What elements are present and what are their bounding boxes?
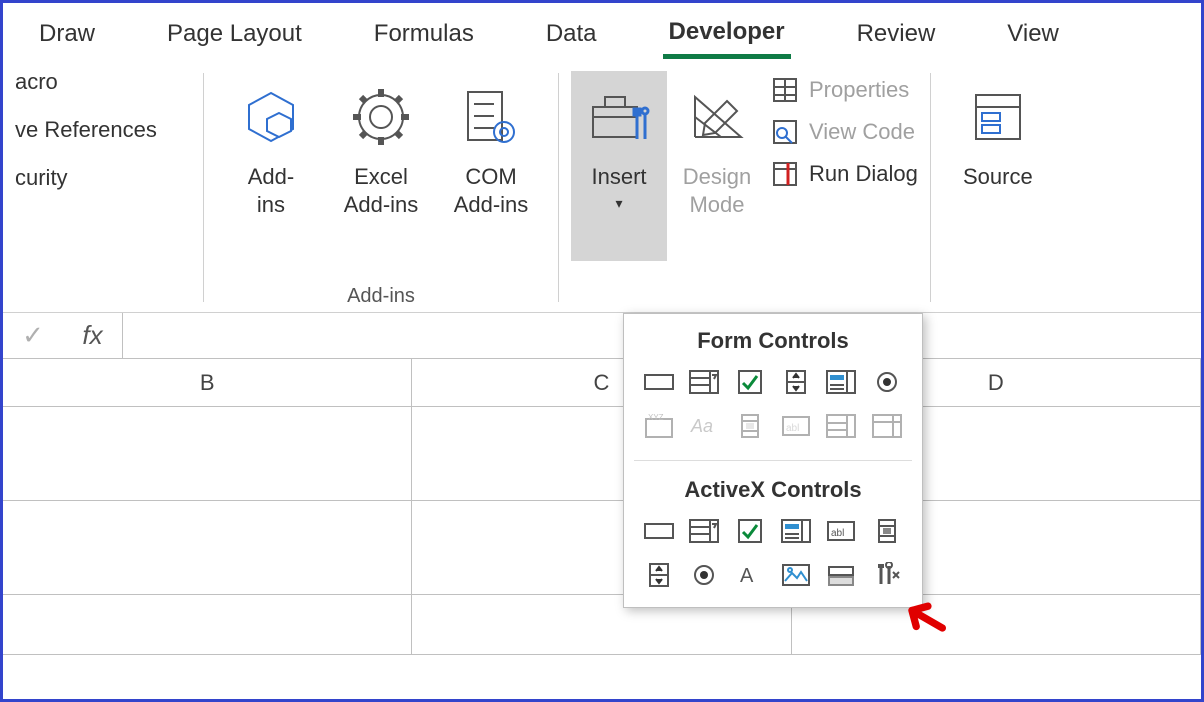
view-code-label: View Code	[809, 119, 915, 145]
groupbox-icon[interactable]: XYZ	[640, 408, 678, 444]
button-icon[interactable]	[640, 364, 678, 400]
design-mode-label: Design Mode	[683, 163, 751, 218]
controls-group: Insert ▾ Design Mode Properties	[559, 63, 930, 312]
run-dialog-label: Run Dialog	[809, 161, 918, 187]
com-addins-label: COM Add-ins	[454, 163, 529, 218]
excel-addins-label: Excel Add-ins	[344, 163, 419, 218]
use-relative-references-button[interactable]: ve References	[15, 117, 191, 143]
cell[interactable]	[3, 595, 412, 654]
record-macro-button[interactable]: acro	[15, 69, 191, 95]
cell[interactable]	[3, 407, 412, 500]
addins-icon	[241, 79, 301, 155]
label-icon[interactable]: Aa	[686, 408, 724, 444]
excel-addins-button[interactable]: Excel Add-ins	[326, 71, 436, 261]
source-label: Source	[963, 163, 1033, 191]
controls-mini-list: Properties View Code Run Dialog	[767, 71, 918, 282]
toolbox-icon	[587, 79, 651, 155]
design-mode-icon	[687, 79, 747, 155]
ax-commandbutton-icon[interactable]	[640, 513, 678, 549]
tab-page-layout[interactable]: Page Layout	[161, 10, 308, 56]
form-controls-heading: Form Controls	[624, 318, 922, 362]
tab-draw[interactable]: Draw	[33, 10, 101, 56]
code-group: acro ve References curity	[3, 63, 203, 312]
cell[interactable]	[3, 501, 412, 594]
ax-scrollbar-icon[interactable]	[868, 513, 906, 549]
ax-image-icon[interactable]	[777, 557, 815, 593]
svg-text:abl: abl	[786, 423, 799, 434]
spin-icon[interactable]	[777, 364, 815, 400]
ribbon: acro ve References curity Add- ins Excel…	[3, 63, 1201, 313]
ax-label-icon[interactable]: A	[731, 557, 769, 593]
form-controls-grid: XYZ Aa abl	[624, 362, 922, 454]
activex-controls-grid: abl A	[624, 511, 922, 603]
checkbox-icon[interactable]	[731, 364, 769, 400]
design-mode-button[interactable]: Design Mode	[667, 71, 767, 261]
textfield-icon[interactable]: abl	[777, 408, 815, 444]
xml-group: Source	[931, 63, 1065, 312]
ax-listbox-icon[interactable]	[777, 513, 815, 549]
ax-more-controls-icon[interactable]	[868, 557, 906, 593]
svg-text:XYZ: XYZ	[648, 413, 664, 422]
run-dialog-button[interactable]: Run Dialog	[767, 161, 918, 187]
dropdown-separator	[634, 460, 912, 461]
com-addins-button[interactable]: COM Add-ins	[436, 71, 546, 261]
view-code-icon	[767, 119, 803, 145]
insert-controls-button[interactable]: Insert ▾	[571, 71, 667, 261]
formula-bar: ✓ fx	[3, 313, 1201, 359]
tab-developer[interactable]: Developer	[663, 8, 791, 59]
svg-text:A: A	[740, 565, 754, 587]
source-icon	[970, 79, 1026, 155]
run-dialog-icon	[767, 161, 803, 187]
tab-formulas[interactable]: Formulas	[368, 10, 480, 56]
svg-text:abl: abl	[831, 528, 844, 539]
insert-label: Insert	[591, 163, 646, 191]
combobox-icon[interactable]	[686, 364, 724, 400]
view-code-button[interactable]: View Code	[767, 119, 918, 145]
app-frame: Draw Page Layout Formulas Data Developer…	[0, 0, 1204, 702]
properties-label: Properties	[809, 77, 909, 103]
macro-security-button[interactable]: curity	[15, 165, 191, 191]
addins-button[interactable]: Add- ins	[216, 71, 326, 261]
activex-controls-heading: ActiveX Controls	[624, 467, 922, 511]
svg-text:Aa: Aa	[690, 416, 713, 436]
option-icon[interactable]	[868, 364, 906, 400]
gear-icon	[350, 79, 412, 155]
properties-button[interactable]: Properties	[767, 77, 918, 103]
chevron-down-icon: ▾	[615, 195, 622, 212]
column-header-b[interactable]: B	[3, 359, 412, 406]
tab-data[interactable]: Data	[540, 10, 603, 56]
ax-combobox-icon[interactable]	[686, 513, 724, 549]
cancel-icon[interactable]: ✓	[3, 320, 63, 351]
tab-review[interactable]: Review	[851, 10, 942, 56]
properties-icon	[767, 77, 803, 103]
addins-group-label: Add-ins	[204, 285, 558, 308]
listbox-icon[interactable]	[823, 364, 861, 400]
com-addins-icon	[460, 79, 522, 155]
fx-button[interactable]: fx	[63, 313, 123, 358]
addins-label: Add- ins	[248, 163, 294, 218]
addins-group: Add- ins Excel Add-ins COM Add-ins Add-i…	[204, 63, 558, 312]
ax-toggle-icon[interactable]	[823, 557, 861, 593]
scrollbar-icon[interactable]	[731, 408, 769, 444]
tab-view[interactable]: View	[1001, 10, 1065, 56]
combo-drop-icon[interactable]	[868, 408, 906, 444]
column-headers: B C D	[3, 359, 1201, 407]
worksheet-grid[interactable]	[3, 407, 1201, 655]
ax-textbox-icon[interactable]: abl	[823, 513, 861, 549]
ax-checkbox-icon[interactable]	[731, 513, 769, 549]
ax-option-icon[interactable]	[686, 557, 724, 593]
combo-list-icon[interactable]	[823, 408, 861, 444]
insert-controls-dropdown: Form Controls XYZAaabl ActiveX Controls …	[623, 313, 923, 608]
ax-spin-icon[interactable]	[640, 557, 678, 593]
source-button[interactable]: Source	[943, 71, 1053, 261]
ribbon-tabs: Draw Page Layout Formulas Data Developer…	[3, 3, 1201, 63]
